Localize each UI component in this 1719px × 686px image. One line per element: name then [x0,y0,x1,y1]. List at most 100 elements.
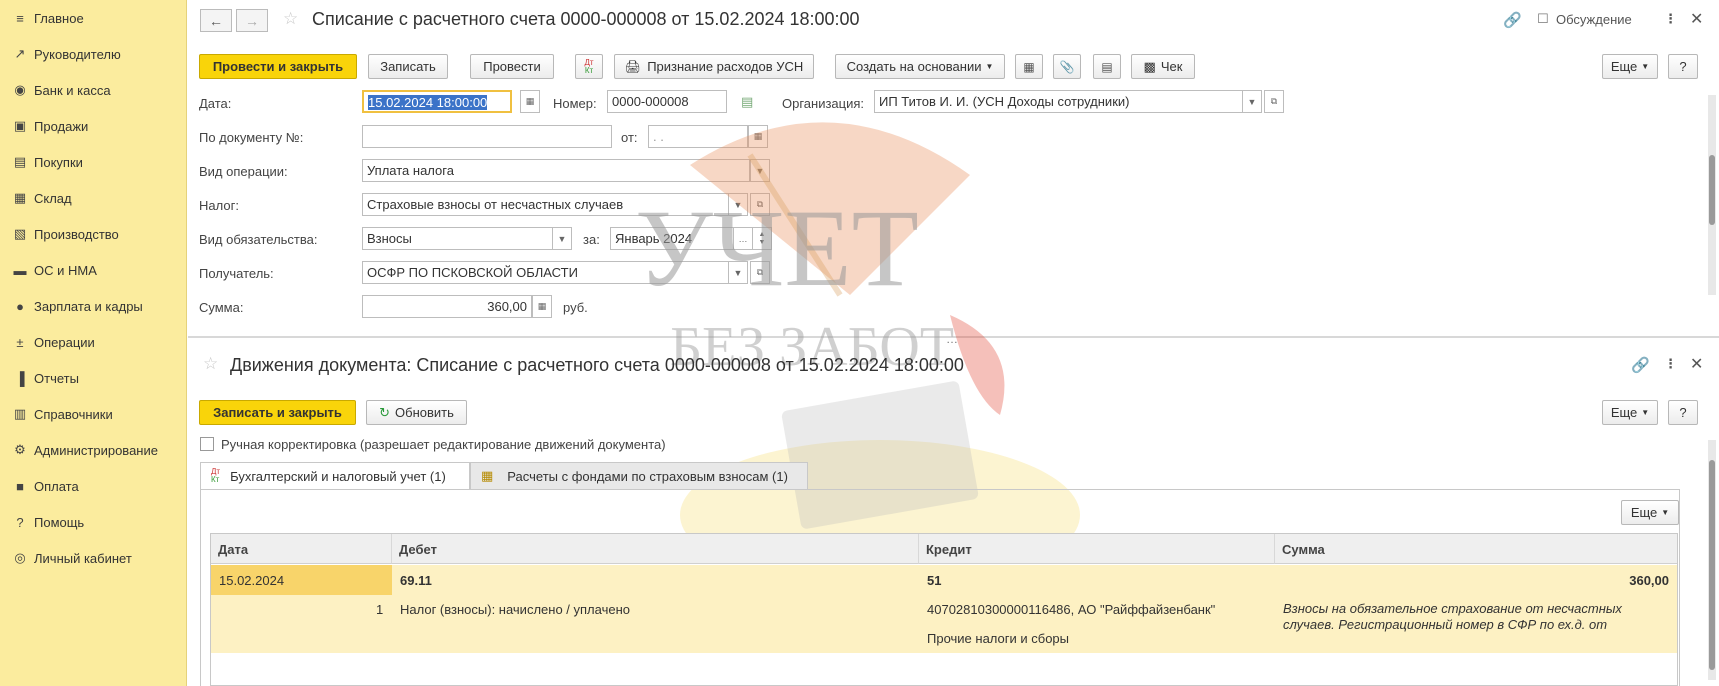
create-based-button[interactable]: Создать на основании ▼ [835,54,1005,79]
usn-expense-button[interactable]: 🖨 Признание расходов УСН [614,54,814,79]
post-and-close-button[interactable]: Провести и закрыть [199,54,357,79]
sum-field[interactable]: 360,00 [362,295,532,318]
chevron-down-icon[interactable]: ▼ [750,159,770,182]
sidebar-item[interactable]: ◎ Личный кабинет [0,540,187,576]
chevron-down-icon: ▼ [1641,408,1650,417]
date-value: 15.02.2024 18:00:00 [368,95,488,110]
sidebar-item-label: Администрирование [34,442,158,458]
discussion-icon[interactable]: ☐ [1537,11,1549,27]
manual-correction-checkbox[interactable] [200,437,214,451]
row-comment-2: случаев. Регистрационный номер в СФР по … [1283,617,1608,632]
payment-icon: ■ [16,478,24,494]
sidebar-item[interactable]: ▤ Покупки [0,144,187,180]
discussion-label[interactable]: Обсуждение [1556,12,1632,27]
chevron-down-icon[interactable]: ▼ [728,193,748,216]
operation-type-field[interactable]: Уплата налога [362,159,750,182]
sidebar-item[interactable]: ● Зарплата и кадры [0,288,187,324]
bank-icon: ◉ [14,82,26,97]
sidebar-item[interactable]: ⚙ Администрирование [0,432,187,468]
date-field[interactable]: 15.02.2024 18:00:00 [362,90,512,113]
row-number: 1 [376,602,384,617]
link-icon[interactable]: 🔗 [1503,11,1522,29]
post-button[interactable]: Провести [470,54,554,79]
structure-icon[interactable]: ▦ [1015,54,1043,79]
calendar-icon[interactable]: ▦ [520,90,540,113]
sidebar-item[interactable]: ≡ Главное [0,0,187,36]
period-spin-icon[interactable]: ▲ ▼ [752,227,772,250]
chevron-down-icon: ▼ [1661,508,1670,517]
more-label: Еще [1610,405,1638,420]
table-row[interactable]: 15.02.2024 1 69.11 Налог (взносы): начис… [211,565,1677,653]
more-vert-icon[interactable]: ⋮ [1664,11,1677,27]
tab-insurance-funds[interactable]: ▦ Расчеты с фондами по страховым взносам… [470,462,808,490]
sidebar-item-label: Покупки [34,154,83,170]
tab-accounting[interactable]: Дт Кт Бухгалтерский и налоговый учет (1) [200,462,470,490]
sidebar: ≡ Главное ↗ Руководителю ◉ Банк и касса ▣ Прода… [0,0,187,686]
sidebar-item[interactable]: ▬ ОС и НМА [0,252,187,288]
help-button[interactable]: ? [1668,400,1698,425]
column-header-credit[interactable]: Кредит [919,534,1275,564]
more-vert-icon[interactable]: ⋮ [1664,356,1677,372]
close-icon[interactable]: ✕ [1690,9,1703,29]
movements-table: Дата Дебет Кредит Сумма 15.02.2024 1 69.… [210,533,1678,686]
organization-field[interactable]: ИП Титов И. И. (УСН Доходы сотрудники) [874,90,1244,113]
tax-field[interactable]: Страховые взносы от несчастных случаев [362,193,730,216]
sidebar-item[interactable]: ▐ Отчеты [0,360,187,396]
sidebar-item[interactable]: ↗ Руководителю [0,36,187,72]
sidebar-item[interactable]: ■ Оплата [0,468,187,504]
document-title: Списание с расчетного счета 0000-000008 … [312,9,860,29]
sidebar-item[interactable]: ? Помощь [0,504,187,540]
chevron-down-icon[interactable]: ▼ [1242,90,1262,113]
open-icon[interactable]: ⧉ [750,193,770,216]
column-header-debit[interactable]: Дебет [392,534,919,564]
help-button[interactable]: ? [1668,54,1698,79]
chevron-down-icon[interactable]: ▼ [552,227,572,250]
sidebar-item[interactable]: ◉ Банк и касса [0,72,187,108]
liability-type-label: Вид обязательства: [199,232,318,247]
favorite-star-icon[interactable]: ☆ [203,354,218,374]
close-icon[interactable]: ✕ [1690,354,1703,374]
favorite-star-icon[interactable]: ☆ [283,9,298,29]
grid-more-button[interactable]: Еще ▼ [1621,500,1679,525]
more-button[interactable]: Еще ▼ [1602,54,1658,79]
open-icon[interactable]: ⧉ [750,261,770,284]
manual-correction-label[interactable]: Ручная корректировка (разрешает редактир… [221,437,666,452]
back-button[interactable]: ← [200,9,232,32]
period-field[interactable]: Январь 2024 [610,227,735,250]
attachment-icon[interactable]: 📎 [1053,54,1081,79]
number-field[interactable]: 0000-000008 [607,90,727,113]
warehouse-icon: ▦ [13,190,27,205]
more-button[interactable]: Еще ▼ [1602,400,1658,425]
splitter-handle-icon[interactable]: … [946,332,958,346]
forward-button[interactable]: → [236,9,268,32]
sidebar-item[interactable]: ▥ Справочники [0,396,187,432]
dt-kt-icon[interactable]: Дт Кт [575,54,603,79]
save-and-close-button[interactable]: Записать и закрыть [199,400,356,425]
liability-type-field[interactable]: Взносы [362,227,554,250]
period-picker-icon[interactable]: … [733,227,753,250]
check-button[interactable]: ▩ Чек [1131,54,1195,79]
column-header-sum[interactable]: Сумма [1275,534,1677,564]
sidebar-item[interactable]: ▦ Склад [0,180,187,216]
books-icon: ▥ [13,406,27,421]
link-icon[interactable]: 🔗 [1631,356,1650,374]
number-edit-icon[interactable]: ▤ [741,94,753,110]
open-icon[interactable]: ⧉ [1264,90,1284,113]
sidebar-item[interactable]: ± Операции [0,324,187,360]
chevron-down-icon[interactable]: ▼ [728,261,748,284]
sidebar-item[interactable]: ▣ Продажи [0,108,187,144]
sidebar-item-label: Склад [34,190,72,206]
lower-scrollbar[interactable] [1708,440,1716,680]
column-header-date[interactable]: Дата [211,534,392,564]
calendar-icon[interactable]: ▦ [748,125,768,148]
refresh-button[interactable]: ↻ Обновить [366,400,467,425]
recipient-field[interactable]: ОСФР ПО ПСКОВСКОЙ ОБЛАСТИ [362,261,730,284]
row-credit-subconto-1: 40702810300000116486, АО "Райффайзенбанк… [927,602,1216,617]
doc-number-field[interactable] [362,125,612,148]
from-date-field[interactable]: . . [648,125,748,148]
save-button[interactable]: Записать [368,54,448,79]
sidebar-item[interactable]: ▧ Производство [0,216,187,252]
upper-scrollbar[interactable] [1708,95,1716,295]
report-icon[interactable]: ▤ [1093,54,1121,79]
calculator-icon[interactable]: ▦ [532,295,552,318]
